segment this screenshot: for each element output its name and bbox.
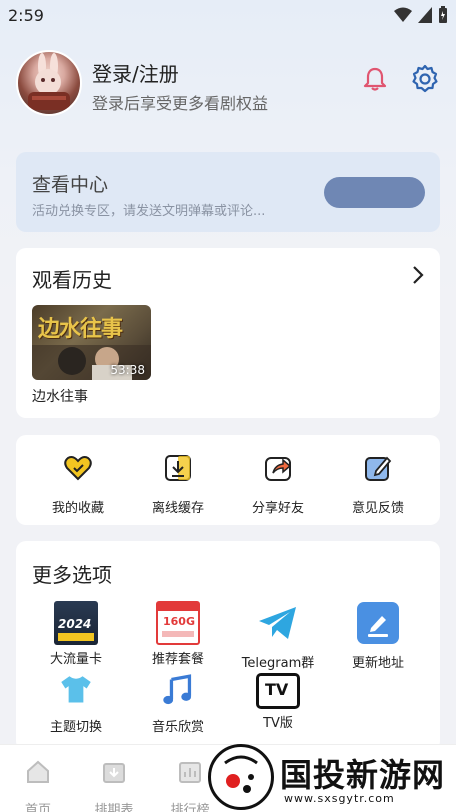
- view-center-title: 查看中心: [32, 174, 109, 196]
- share-friends-label: 分享好友: [251, 501, 304, 516]
- tab-home[interactable]: 首页: [0, 753, 76, 812]
- option-label: 音乐欣赏: [151, 720, 204, 735]
- option-label: 大流量卡: [49, 652, 102, 667]
- status-icons: [394, 6, 448, 24]
- watermark-logo: [208, 744, 274, 810]
- option-music[interactable]: 音乐欣赏: [128, 673, 228, 735]
- tshirt-theme-icon: [61, 676, 91, 703]
- watch-history-title: 观看历史: [32, 268, 112, 292]
- profile-header: 登录/注册 登录后享受更多看剧权益: [16, 50, 440, 116]
- option-telegram-group[interactable]: Telegram群: [228, 601, 328, 671]
- chevron-right-icon[interactable]: [410, 264, 426, 286]
- option-tv-version[interactable]: TV TV版: [228, 673, 328, 731]
- sim-card-promo-icon: 2024: [54, 601, 98, 645]
- view-center-card[interactable]: 查看中心 活动兑换专区，请发送文明弹幕或评论...: [16, 152, 440, 232]
- download-icon: [165, 455, 191, 481]
- option-theme-switch[interactable]: 主题切换: [26, 673, 126, 735]
- share-friends-button[interactable]: 分享好友: [228, 449, 328, 516]
- avatar[interactable]: [16, 50, 82, 116]
- tv-icon-text: TV: [265, 680, 289, 699]
- login-subtitle: 登录后享受更多看剧权益: [92, 94, 269, 113]
- status-bar: 2:59: [0, 0, 456, 32]
- calendar-icon: [103, 763, 125, 783]
- site-watermark: 国投新游网 www.sxsgytr.com: [208, 744, 456, 812]
- battery-icon: [439, 6, 447, 23]
- feedback-edit-icon: [365, 456, 392, 481]
- view-center-subtitle: 活动兑换专区，请发送文明弹幕或评论...: [32, 204, 266, 219]
- more-options-card: 更多选项 2024 大流量卡 160G 推荐套餐 Telegram群 更新地址: [16, 541, 440, 751]
- watch-history-card: 观看历史 边水往事 53:38 边水往事: [16, 248, 440, 418]
- data-plan-icon: 160G: [156, 601, 200, 645]
- history-thumbnail[interactable]: 边水往事 53:38: [32, 305, 151, 380]
- favorite-heart-icon: [64, 456, 92, 481]
- watermark-text: 国投新游网: [280, 756, 446, 794]
- offline-cache-label: 离线缓存: [151, 501, 204, 516]
- plan-art-amount: 160G: [163, 615, 195, 628]
- gear-icon[interactable]: [410, 64, 440, 94]
- quick-actions-card: 我的收藏 离线缓存 分享好友 意见反馈: [16, 435, 440, 525]
- watermark-url: www.sxsgytr.com: [284, 792, 395, 805]
- promo-art-year: 2024: [58, 617, 92, 631]
- update-address-icon: [357, 602, 399, 644]
- ranking-icon: [179, 762, 201, 783]
- telegram-icon: [259, 607, 296, 639]
- favorites-button[interactable]: 我的收藏: [28, 449, 128, 516]
- video-duration: 53:38: [110, 363, 145, 377]
- option-recommended-plan[interactable]: 160G 推荐套餐: [128, 601, 228, 667]
- offline-cache-button[interactable]: 离线缓存: [128, 449, 228, 516]
- option-update-address[interactable]: 更新地址: [328, 601, 428, 671]
- tab-schedule[interactable]: 排期表: [76, 753, 152, 812]
- option-label: 主题切换: [49, 720, 102, 735]
- view-center-button[interactable]: [324, 177, 425, 208]
- share-icon: [265, 457, 292, 481]
- wifi-icon: [394, 7, 412, 22]
- feedback-label: 意见反馈: [351, 501, 404, 516]
- option-label: 更新地址: [351, 656, 404, 671]
- option-label: TV版: [263, 716, 293, 731]
- status-time: 2:59: [8, 6, 44, 25]
- more-options-title: 更多选项: [32, 563, 112, 587]
- bell-icon[interactable]: [362, 66, 388, 92]
- tab-label: 首页: [24, 803, 51, 812]
- feedback-button[interactable]: 意见反馈: [328, 449, 428, 516]
- option-data-card[interactable]: 2024 大流量卡: [26, 601, 126, 667]
- option-label: 推荐套餐: [151, 652, 204, 667]
- history-item-title[interactable]: 边水往事: [32, 386, 88, 406]
- tab-label: 排期表: [94, 803, 134, 812]
- home-icon: [27, 760, 49, 783]
- signal-icon: [418, 7, 432, 23]
- music-note-icon: [163, 674, 192, 705]
- tv-icon: TV: [256, 673, 300, 709]
- option-label: Telegram群: [241, 656, 315, 671]
- login-register-link[interactable]: 登录/注册: [92, 58, 179, 87]
- thumbnail-title-art: 边水往事: [38, 317, 123, 342]
- favorites-label: 我的收藏: [51, 501, 104, 516]
